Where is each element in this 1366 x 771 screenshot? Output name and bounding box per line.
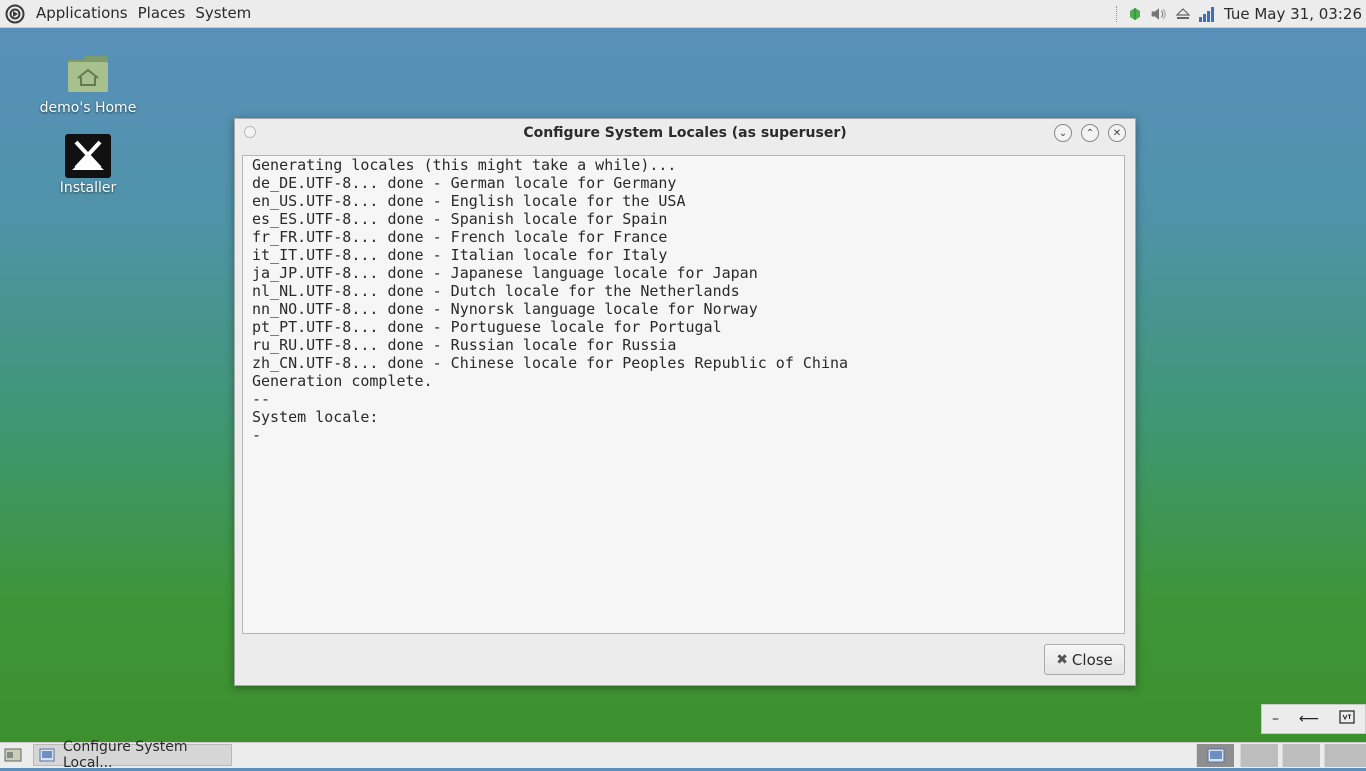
desktop-icon-home[interactable]: demo's Home xyxy=(33,50,143,116)
terminal-line: es_ES.UTF-8... done - Spanish locale for… xyxy=(252,210,668,228)
terminal-line: -- xyxy=(252,390,271,408)
taskbar-item-label: Configure System Local... xyxy=(63,739,188,771)
clock[interactable]: Tue May 31, 03:26 xyxy=(1224,5,1362,23)
system-tray: Tue May 31, 03:26 xyxy=(1115,0,1366,27)
desktop-icon-home-label: demo's Home xyxy=(39,100,137,116)
terminal-line: de_DE.UTF-8... done - German locale for … xyxy=(252,174,677,192)
arrow-left-icon[interactable]: ⟵ xyxy=(1299,711,1319,727)
desktop-icon-installer[interactable]: Installer xyxy=(33,134,143,196)
terminal-line: en_US.UTF-8... done - English locale for… xyxy=(252,192,686,210)
close-window-button[interactable]: ✕ xyxy=(1108,124,1126,142)
workspace-4[interactable] xyxy=(1324,744,1366,767)
applications-menu[interactable]: Applications xyxy=(31,0,133,27)
workspace-3[interactable] xyxy=(1282,744,1320,767)
installer-icon xyxy=(64,134,112,178)
terminal-line: nn_NO.UTF-8... done - Nynorsk language l… xyxy=(252,300,758,318)
minus-icon[interactable]: – xyxy=(1272,711,1279,727)
minimize-button[interactable]: ⌄ xyxy=(1054,124,1072,142)
taskbar-item-locales[interactable]: Configure System Local... xyxy=(33,739,232,771)
locales-dialog: Configure System Locales (as superuser) … xyxy=(234,118,1136,686)
show-desktop-icon[interactable] xyxy=(4,747,22,763)
terminal-line: System locale: xyxy=(252,408,379,426)
terminal-line: ru_RU.UTF-8... done - Russian locale for… xyxy=(252,336,677,354)
terminal-line: fr_FR.UTF-8... done - French locale for … xyxy=(252,228,668,246)
workspace-1[interactable] xyxy=(1196,744,1234,767)
keyboard-icon[interactable] xyxy=(1339,710,1355,728)
close-button-label: Close xyxy=(1071,650,1113,669)
tray-separator xyxy=(1115,5,1120,22)
bottom-panel: Configure System Local... xyxy=(0,739,1366,771)
desktop-icon-installer-label: Installer xyxy=(59,180,117,196)
terminal-line: - xyxy=(252,426,262,444)
close-button[interactable]: ✖ Close xyxy=(1044,644,1125,675)
terminal-line: pt_PT.UTF-8... done - Portuguese locale … xyxy=(252,318,722,336)
close-icon: ✖ xyxy=(1056,651,1068,668)
chevron-down-icon: ⌄ xyxy=(1058,127,1068,139)
window-app-icon xyxy=(39,748,55,762)
window-title: Configure System Locales (as superuser) xyxy=(523,125,847,141)
places-menu[interactable]: Places xyxy=(133,0,191,27)
signal-icon[interactable] xyxy=(1198,5,1216,23)
mini-panel: – ⟵ xyxy=(1261,704,1366,734)
close-icon: ✕ xyxy=(1112,127,1122,139)
network-icon[interactable] xyxy=(1126,5,1144,23)
eject-icon[interactable] xyxy=(1174,5,1192,23)
volume-icon[interactable] xyxy=(1150,5,1168,23)
window-titlebar[interactable]: Configure System Locales (as superuser) … xyxy=(235,119,1135,147)
terminal-line: it_IT.UTF-8... done - Italian locale for… xyxy=(252,246,668,264)
top-panel: Applications Places System Tue May 31, 0… xyxy=(0,0,1366,28)
terminal-output[interactable]: Generating locales (this might take a wh… xyxy=(242,155,1125,634)
system-menu[interactable]: System xyxy=(190,0,256,27)
terminal-line: zh_CN.UTF-8... done - Chinese locale for… xyxy=(252,354,849,372)
terminal-line: Generation complete. xyxy=(252,372,433,390)
terminal-line: ja_JP.UTF-8... done - Japanese language … xyxy=(252,264,758,282)
workspace-2[interactable] xyxy=(1240,744,1278,767)
chevron-up-icon: ⌃ xyxy=(1085,127,1095,139)
distro-logo-icon[interactable] xyxy=(4,3,26,25)
home-folder-icon xyxy=(64,50,112,98)
terminal-line: Generating locales (this might take a wh… xyxy=(252,156,677,174)
maximize-button[interactable]: ⌃ xyxy=(1081,124,1099,142)
terminal-line: nl_NL.UTF-8... done - Dutch locale for t… xyxy=(252,282,740,300)
